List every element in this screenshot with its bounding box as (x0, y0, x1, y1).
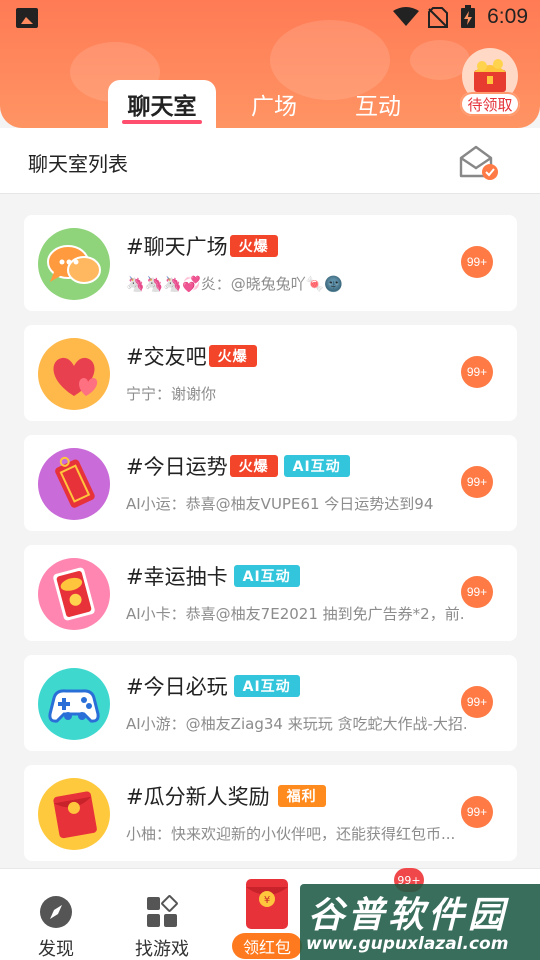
room-title-row: #今日运势 火爆 AI互动 (126, 451, 350, 481)
wifi-icon (393, 7, 419, 26)
ai-tag: AI互动 (283, 455, 350, 477)
tab-chatrooms[interactable]: 聊天室 (108, 80, 216, 128)
tab-label: 聊天室 (127, 94, 197, 120)
red-envelope-icon (38, 778, 110, 850)
last-message: 小柚：快来欢迎新的小伙伴吧，还能获得红包币... (126, 825, 456, 843)
unread-count-badge: 99+ (461, 576, 493, 608)
nav-discover[interactable]: 发现 (24, 869, 88, 960)
tab-label: 广场 (251, 94, 297, 120)
reward-button[interactable]: 待领取 (458, 48, 522, 118)
unread-count-badge: 99+ (461, 796, 493, 828)
app-root: 6:09 聊天室 广场 互动 待领取 聊天室列表 #聊天广场 火爆 🦄🦄🦄💞炎：… (0, 0, 540, 960)
nav-label: 发现 (38, 939, 74, 960)
compass-icon (40, 896, 72, 928)
last-message: AI小卡：恭喜@柚友7E2021 抽到免广告券*2，前... (126, 605, 466, 623)
ai-tag: AI互动 (233, 565, 300, 587)
red-envelope-icon: ¥ (246, 879, 288, 929)
chatroom-card[interactable]: #今日运势 火爆 AI互动 AI小运：恭喜@柚友VUPE61 今日运势达到94 … (24, 435, 517, 531)
room-title-row: #今日必玩 AI互动 (126, 671, 300, 701)
welfare-tag: 福利 (277, 785, 326, 807)
last-message: AI小游：@柚友Ziag34 来玩玩 贪吃蛇大作战-大招... (126, 715, 466, 733)
gamepad-icon (38, 668, 110, 740)
nav-find-games[interactable]: 找游戏 (126, 869, 198, 960)
unread-count-badge: 99+ (461, 466, 493, 498)
section-title: 聊天室列表 (28, 152, 128, 176)
svg-text:¥: ¥ (264, 895, 270, 906)
chatroom-card[interactable]: #聊天广场 火爆 🦄🦄🦄💞炎：@晓兔兔吖🍬🌚 99+ (24, 215, 517, 311)
chatroom-card[interactable]: #幸运抽卡 AI互动 AI小卡：恭喜@柚友7E2021 抽到免广告券*2，前..… (24, 545, 517, 641)
tab-interact[interactable]: 互动 (338, 80, 418, 128)
hot-tag: 火爆 (208, 345, 257, 367)
room-name: #聊天广场 (126, 235, 228, 259)
room-title-row: #聊天广场 火爆 (126, 231, 278, 261)
apps-grid-icon (147, 895, 178, 927)
room-title-row: #交友吧 火爆 (126, 341, 257, 371)
room-name: #今日运势 (126, 455, 228, 479)
tab-label: 互动 (355, 94, 401, 120)
room-title-row: #瓜分新人奖励 福利 (126, 781, 326, 811)
last-message: 宁宁：谢谢你 (126, 385, 217, 403)
chatroom-card[interactable]: #交友吧 火爆 宁宁：谢谢你 99+ (24, 325, 517, 421)
hot-tag: 火爆 (229, 455, 278, 477)
status-bar: 6:09 (0, 0, 540, 36)
hearts-icon (38, 338, 110, 410)
watermark-url: www.gupuxlazal.com (306, 934, 509, 954)
battery-charging-icon (461, 5, 475, 28)
lucky-card-icon (38, 558, 110, 630)
ai-tag: AI互动 (233, 675, 300, 697)
nav-label: 找游戏 (135, 939, 189, 960)
status-time: 6:09 (487, 5, 528, 28)
room-title-row: #幸运抽卡 AI互动 (126, 561, 300, 591)
chatroom-card[interactable]: #瓜分新人奖励 福利 小柚：快来欢迎新的小伙伴吧，还能获得红包币... 99+ (24, 765, 517, 861)
gallery-notification-icon (16, 8, 38, 28)
room-name: #瓜分新人奖励 (126, 785, 270, 809)
header: 6:09 聊天室 广场 互动 待领取 (0, 0, 540, 128)
unread-count-badge: 99+ (461, 686, 493, 718)
tab-square[interactable]: 广场 (234, 80, 314, 128)
watermark-title: 谷普软件园 (308, 895, 509, 936)
room-name: #幸运抽卡 (126, 565, 228, 589)
last-message: 🦄🦄🦄💞炎：@晓兔兔吖🍬🌚 (126, 275, 344, 293)
fortune-tag-icon (38, 448, 110, 520)
active-tab-indicator (122, 120, 202, 124)
room-name: #交友吧 (126, 345, 207, 369)
unread-count-badge: 99+ (461, 356, 493, 388)
reward-label: 待领取 (460, 92, 520, 116)
mail-check-icon[interactable] (458, 144, 500, 182)
watermark: 谷普软件园 www.gupuxlazal.com (300, 884, 540, 960)
chat-bubbles-icon (38, 228, 110, 300)
no-sim-icon (428, 7, 448, 28)
last-message: AI小运：恭喜@柚友VUPE61 今日运势达到94 (126, 495, 434, 513)
unread-count-badge: 99+ (461, 246, 493, 278)
nav-red-envelope[interactable]: ¥ 领红包 (232, 877, 302, 959)
room-name: #今日必玩 (126, 675, 228, 699)
chatroom-card[interactable]: #今日必玩 AI互动 AI小游：@柚友Ziag34 来玩玩 贪吃蛇大作战-大招.… (24, 655, 517, 751)
hot-tag: 火爆 (229, 235, 278, 257)
nav-label: 领红包 (232, 933, 302, 959)
